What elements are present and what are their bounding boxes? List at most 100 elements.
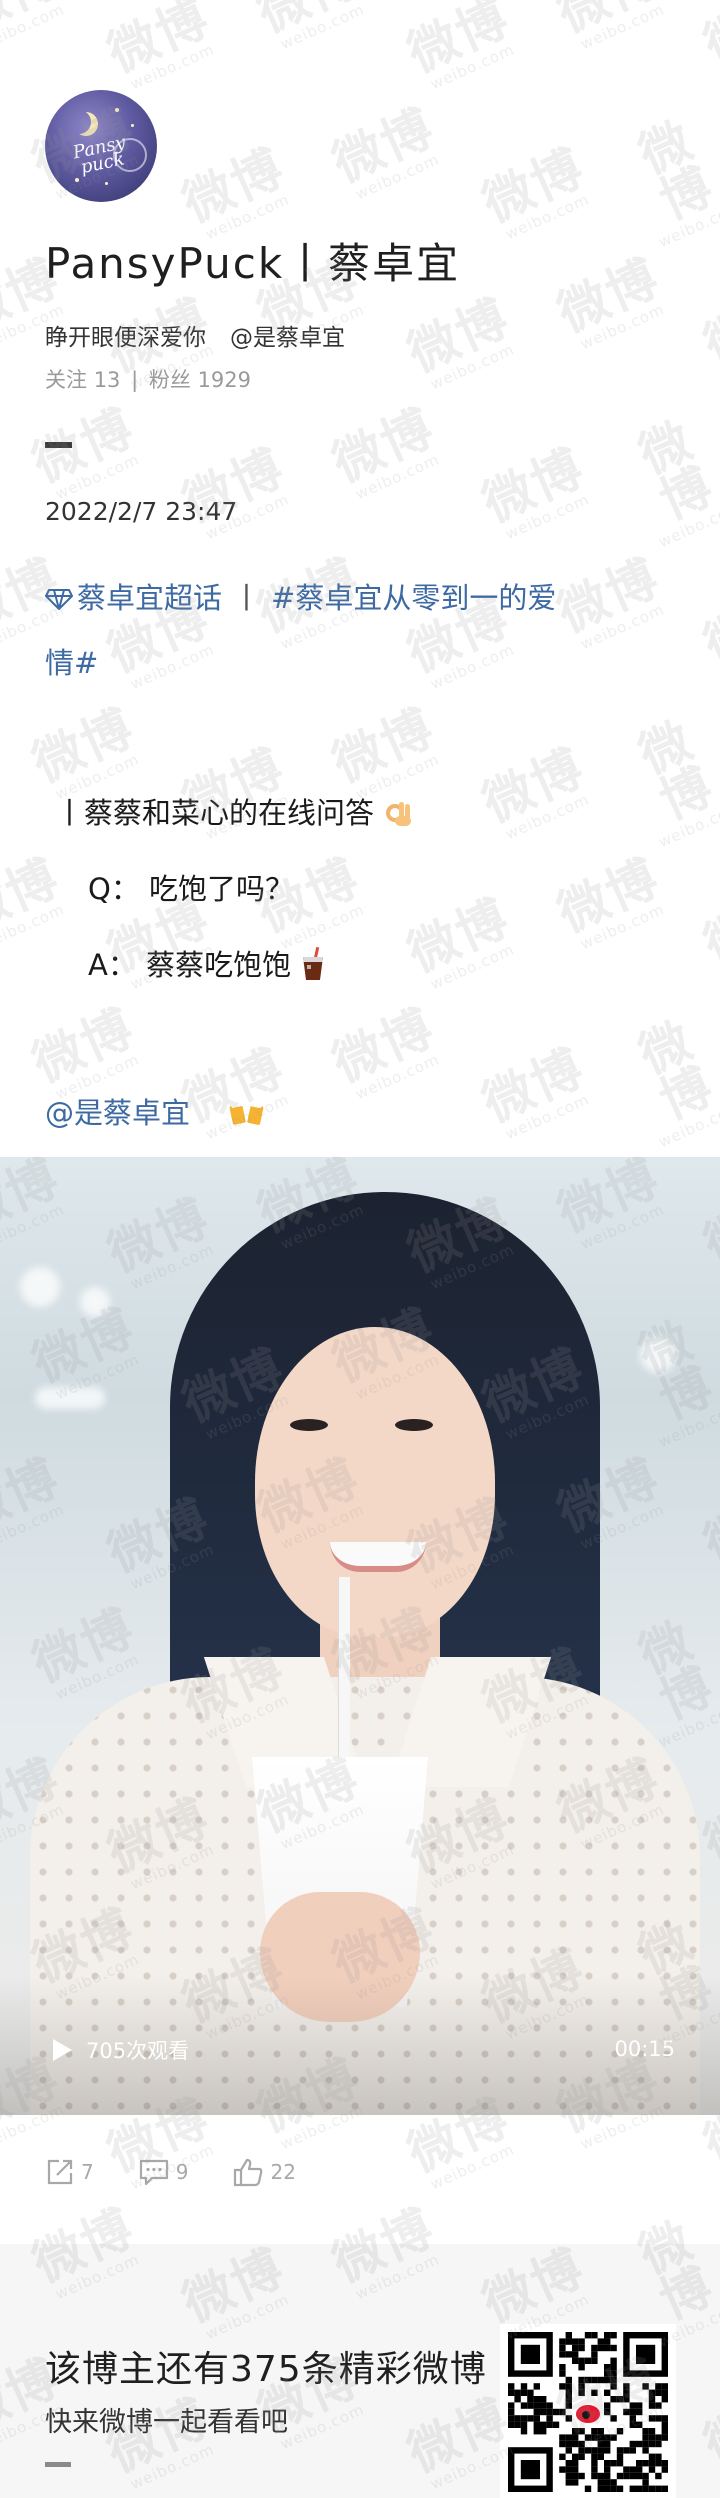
weibo-watermark: 微博weibo.com bbox=[324, 98, 448, 206]
footer-subtitle: 快来微博一起看看吧 bbox=[45, 2407, 288, 2438]
video-views: 705次观看 bbox=[86, 2039, 190, 2063]
star-icon bbox=[131, 124, 134, 127]
footer-divider bbox=[45, 2462, 71, 2467]
watermark-brand: 微博 bbox=[474, 1038, 593, 1134]
mention-link[interactable]: @是蔡卓宜 bbox=[45, 1096, 190, 1130]
watermark-domain: weibo.com bbox=[655, 498, 720, 552]
footer-title: 该博主还有375条精彩微博 bbox=[45, 2349, 487, 2390]
watermark-brand: 微博 bbox=[474, 138, 593, 234]
avatar-logo-text: Pansy puck bbox=[71, 131, 128, 179]
weibo-watermark: 微博weibo.com bbox=[474, 138, 598, 246]
video-duration: 00:15 bbox=[614, 2037, 675, 2061]
star-icon bbox=[115, 108, 119, 112]
weibo-watermark: 微博weibo.com bbox=[24, 398, 148, 506]
footer-promo: 该博主还有375条精彩微博 快来微博一起看看吧 bbox=[0, 2244, 720, 2498]
like-count: 22 bbox=[270, 2160, 296, 2184]
watermark-domain: weibo.com bbox=[277, 0, 368, 54]
bokeh-light bbox=[640, 1337, 676, 1373]
followers-count[interactable]: 1929 bbox=[198, 368, 251, 392]
watermark-domain: weibo.com bbox=[502, 1090, 593, 1144]
hashtag-link[interactable]: #蔡卓宜从零到一的爱 bbox=[271, 581, 556, 615]
play-icon[interactable] bbox=[50, 2037, 74, 2063]
watermark-brand: 微博 bbox=[695, 900, 720, 1021]
mention-line: @是蔡卓宜 bbox=[45, 1090, 266, 1135]
like-button[interactable]: 22 bbox=[232, 2157, 296, 2187]
following-label: 关注 bbox=[45, 368, 87, 392]
watermark-domain: weibo.com bbox=[427, 340, 518, 394]
ok-hand-emoji bbox=[383, 796, 415, 835]
moon-icon bbox=[67, 110, 91, 134]
watermark-domain: weibo.com bbox=[127, 40, 218, 94]
watermark-domain: weibo.com bbox=[577, 0, 668, 54]
watermark-domain: weibo.com bbox=[655, 1098, 720, 1152]
video-play-control[interactable]: 705次观看 bbox=[50, 2035, 189, 2065]
watermark-brand: 微博 bbox=[630, 110, 720, 231]
watermark-domain: weibo.com bbox=[577, 900, 668, 954]
watermark-domain: weibo.com bbox=[352, 450, 443, 504]
watermark-domain: weibo.com bbox=[502, 490, 593, 544]
bio-text: 睁开眼便深爱你 bbox=[45, 325, 206, 351]
watermark-brand: 微博 bbox=[399, 888, 518, 984]
weibo-watermark: 微博weibo.com bbox=[0, 0, 73, 55]
answer-text: 蔡蔡吃饱饱 bbox=[146, 948, 292, 982]
weibo-watermark: 微博weibo.com bbox=[249, 0, 373, 55]
watermark-brand: 微博 bbox=[174, 138, 293, 234]
avatar[interactable]: Pansy puck bbox=[45, 90, 157, 202]
following-count[interactable]: 13 bbox=[94, 368, 121, 392]
repost-button[interactable]: 7 bbox=[45, 2157, 94, 2187]
beer-mugs-emoji bbox=[228, 1096, 266, 1135]
qa-answer: A： 蔡蔡吃饱饱 bbox=[88, 942, 326, 988]
watermark-brand: 微博 bbox=[630, 710, 720, 831]
watermark-brand: 微博 bbox=[24, 398, 143, 494]
weibo-watermark: 微博weibo.com bbox=[549, 848, 673, 956]
qr-code[interactable] bbox=[500, 2324, 676, 2498]
qa-title: 丨蔡蔡和菜心的在线问答 bbox=[55, 790, 415, 835]
user-bio: 睁开眼便深爱你 @是蔡卓宜 bbox=[45, 318, 345, 352]
watermark-brand: 微博 bbox=[324, 98, 443, 194]
weibo-watermark: 微博weibo.com bbox=[99, 0, 223, 95]
repost-icon bbox=[47, 2159, 73, 2185]
supertopic-link[interactable]: 蔡卓宜超话 bbox=[77, 581, 222, 615]
bio-handle[interactable]: @是蔡卓宜 bbox=[230, 325, 345, 351]
weibo-watermark: 微博weibo.com bbox=[615, 107, 720, 251]
question-label: Q： bbox=[88, 872, 140, 906]
watermark-domain: weibo.com bbox=[502, 190, 593, 244]
watermark-brand: 微博 bbox=[549, 248, 668, 344]
watermark-brand: 微博 bbox=[474, 738, 593, 834]
star-icon bbox=[105, 182, 108, 185]
person-eye bbox=[395, 1419, 433, 1431]
weibo-watermark: 微博weibo.com bbox=[615, 1007, 720, 1152]
comment-count: 9 bbox=[175, 2160, 189, 2184]
watermark-domain: weibo.com bbox=[0, 900, 68, 954]
weibo-watermark: 微博weibo.com bbox=[399, 0, 523, 95]
video-player[interactable]: 705次观看 00:15 bbox=[0, 1157, 720, 2115]
weibo-watermark: 微博weibo.com bbox=[615, 707, 720, 851]
watermark-brand: 微博 bbox=[630, 410, 720, 531]
weibo-watermark: 微博weibo.com bbox=[549, 0, 673, 55]
watermark-brand: 微博 bbox=[399, 288, 518, 384]
weibo-watermark: 微博weibo.com bbox=[399, 288, 523, 396]
weibo-watermark: 微博weibo.com bbox=[324, 998, 448, 1106]
watermark-brand: 微博 bbox=[630, 1010, 720, 1131]
watermark-brand: 微博 bbox=[324, 398, 443, 494]
comment-button[interactable]: 9 bbox=[138, 2157, 189, 2187]
watermark-brand: 微博 bbox=[399, 0, 518, 84]
divider bbox=[45, 442, 72, 448]
weibo-watermark: 微博weibo.com bbox=[615, 407, 720, 552]
hashtag-link-cont[interactable]: 情# bbox=[45, 638, 685, 688]
bokeh-light bbox=[35, 1387, 105, 1409]
post-text: 蔡卓宜超话丨 #蔡卓宜从零到一的爱 情# bbox=[45, 560, 685, 688]
watermark-brand: 微博 bbox=[695, 2100, 720, 2221]
user-name[interactable]: PansyPuck丨蔡卓宜 bbox=[45, 230, 460, 291]
watermark-brand: 微博 bbox=[24, 698, 143, 794]
watermark-domain: weibo.com bbox=[502, 790, 593, 844]
weibo-watermark: 微博weibo.com bbox=[549, 248, 673, 356]
watermark-domain: weibo.com bbox=[427, 940, 518, 994]
watermark-brand: 微博 bbox=[549, 0, 668, 43]
watermark-brand: 微博 bbox=[549, 848, 668, 944]
watermark-domain: weibo.com bbox=[427, 40, 518, 94]
watermark-brand: 微博 bbox=[0, 0, 68, 43]
watermark-domain: weibo.com bbox=[0, 0, 68, 54]
weibo-watermark: 微博weibo.com bbox=[474, 1038, 598, 1146]
qa-title-text: 丨蔡蔡和菜心的在线问答 bbox=[55, 796, 375, 830]
